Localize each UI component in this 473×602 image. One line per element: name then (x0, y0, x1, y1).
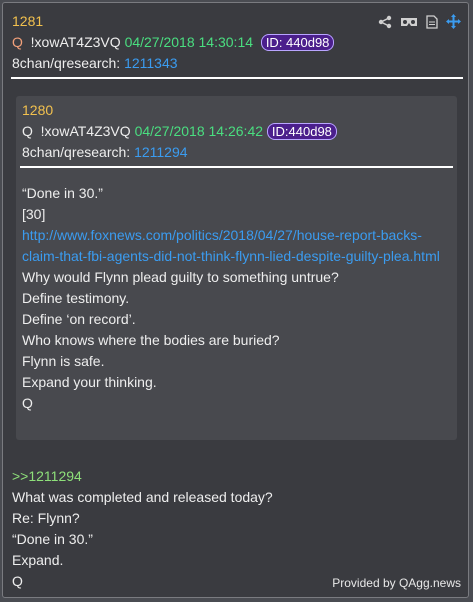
quoted-author-name: Q (22, 123, 33, 139)
quoted-board-name: 8chan/qresearch: (22, 144, 131, 160)
tripcode: !xowAT4Z3VQ (30, 34, 121, 50)
board-post-link[interactable]: 1211343 (124, 55, 177, 71)
share-icon[interactable] (378, 15, 392, 29)
post-card: 1281 Q !xowAT4Z3VQ 04/27/2018 14:30:14 I… (2, 2, 469, 598)
provider-credit: Provided by QAgg.news (332, 576, 461, 590)
divider (11, 77, 463, 79)
quoted-tripcode: !xowAT4Z3VQ (40, 123, 131, 139)
reply-reference-link[interactable]: >>1211294 (12, 466, 82, 486)
quoted-text-line: Flynn is safe. (22, 353, 105, 369)
quoted-post: 1280 Q !xowAT4Z3VQ 04/27/2018 14:26:42 I… (16, 96, 457, 440)
id-badge[interactable]: ID: 440d98 (260, 34, 335, 51)
quoted-text-line: Define testimony. (22, 290, 130, 306)
quoted-text-line: “Done in 30.” (22, 185, 103, 201)
post-toolbar (378, 14, 461, 29)
post-date: 04/27/2018 14:30:14 (124, 34, 254, 50)
post-text-line: Re: Flynn? (12, 510, 80, 526)
quoted-id-badge[interactable]: ID:440d98 (266, 123, 337, 140)
quoted-board-line: 8chan/qresearch: 1211294 (22, 142, 188, 162)
quoted-text-line: [30] (22, 206, 46, 222)
author-name: Q (12, 34, 23, 50)
move-icon[interactable] (446, 14, 461, 29)
quoted-divider (20, 166, 453, 168)
quoted-text-line: Why would Flynn plead guilty to somethin… (22, 269, 339, 285)
quoted-post-number[interactable]: 1280 (22, 100, 53, 120)
article-link[interactable]: http://www.foxnews.com/politics/2018/04/… (22, 225, 422, 245)
document-icon[interactable] (426, 14, 438, 29)
board-name: 8chan/qresearch: (12, 55, 121, 71)
quoted-text-line: Expand your thinking. (22, 374, 157, 390)
quoted-post-meta: Q !xowAT4Z3VQ 04/27/2018 14:26:42 ID:440… (22, 121, 337, 142)
quoted-post-number-text[interactable]: 1280 (22, 102, 53, 118)
quoted-text-line: Define ‘on record’. (22, 311, 136, 327)
post-text-line: Expand. (12, 552, 64, 568)
post-meta: Q !xowAT4Z3VQ 04/27/2018 14:30:14 ID: 44… (12, 32, 335, 53)
vr-goggles-icon[interactable] (400, 16, 418, 28)
quoted-board-post-link[interactable]: 1211294 (134, 144, 187, 160)
quoted-post-date: 04/27/2018 14:26:42 (134, 123, 264, 139)
post-text-line: What was completed and released today? (12, 489, 273, 505)
post-number-text[interactable]: 1281 (12, 13, 43, 29)
quoted-text-line: Q (22, 395, 33, 411)
post-text-line: “Done in 30.” (12, 531, 93, 547)
article-link[interactable]: claim-that-fbi-agents-did-not-think-flyn… (22, 246, 440, 266)
quoted-text-line: Who knows where the bodies are buried? (22, 332, 280, 348)
post-number[interactable]: 1281 (12, 11, 43, 31)
board-line: 8chan/qresearch: 1211343 (12, 53, 178, 73)
post-text-line: Q (12, 573, 23, 589)
